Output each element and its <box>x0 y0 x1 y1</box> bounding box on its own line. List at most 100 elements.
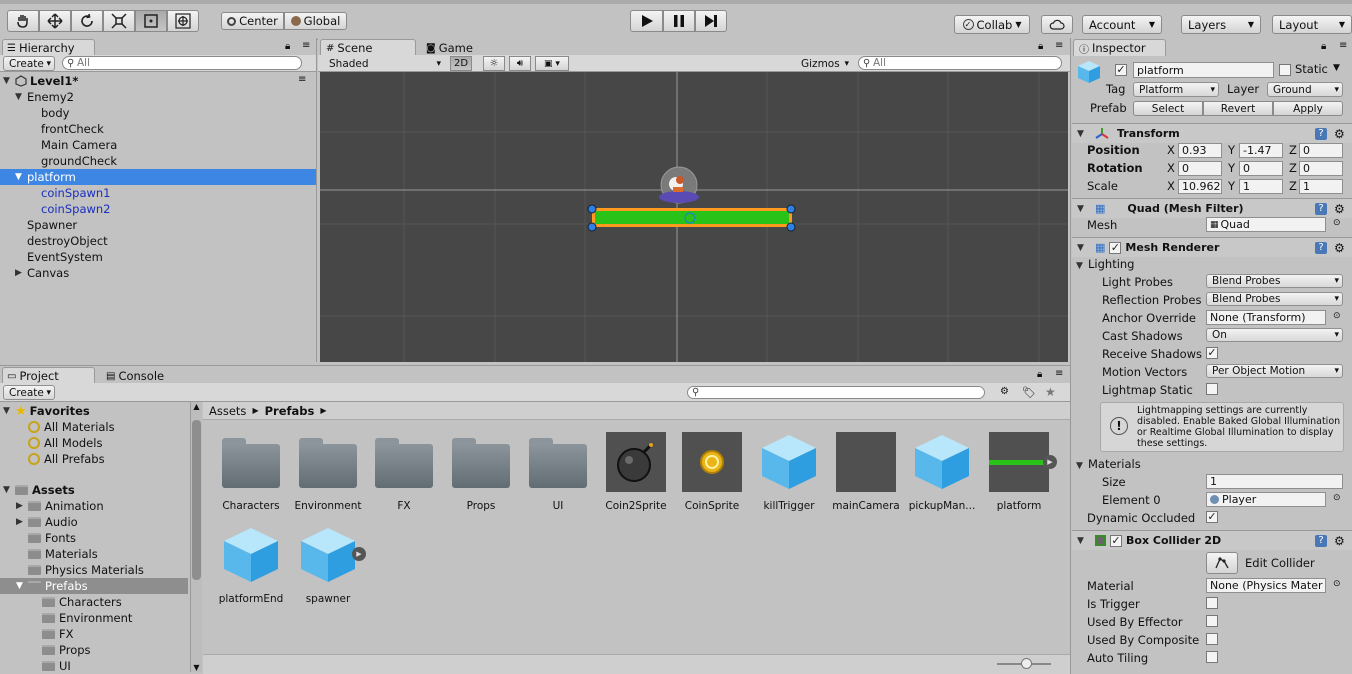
asset-folder[interactable]: Characters <box>215 432 287 512</box>
scale-z-field[interactable]: 1 <box>1299 179 1343 194</box>
project-create-dropdown[interactable]: Create <box>3 385 55 400</box>
asset-sprite[interactable]: Coin2Sprite <box>600 432 672 512</box>
panel-menu-icon[interactable]: ≡ <box>302 40 310 51</box>
mesh-filter-header[interactable]: ▼ ▦ Quad (Mesh Filter) ? ⚙ <box>1072 198 1352 218</box>
edit-collider-button[interactable] <box>1206 552 1238 574</box>
rotation-x-field[interactable]: 0 <box>1178 161 1222 176</box>
static-checkbox[interactable] <box>1279 64 1291 76</box>
account-dropdown[interactable]: Account ▼ <box>1082 15 1162 34</box>
asset-prefab[interactable]: ▶ platform <box>983 432 1057 512</box>
folder-item-selected[interactable]: ▼ Prefabs <box>0 578 188 594</box>
slider-thumb[interactable] <box>1021 658 1032 669</box>
object-picker-icon[interactable]: ⊙ <box>1333 311 1341 321</box>
asset-folder[interactable]: UI <box>522 432 594 512</box>
scale-tool-button[interactable] <box>103 10 135 32</box>
motion-vectors-dropdown[interactable]: Per Object Motion <box>1206 364 1343 378</box>
subfolder-item[interactable]: Props <box>0 642 188 658</box>
panel-menu-icon[interactable]: ≡ <box>1055 40 1063 51</box>
object-picker-icon[interactable]: ⊙ <box>1333 579 1341 589</box>
folder-item[interactable]: ▶ Audio <box>0 514 188 530</box>
active-checkbox[interactable]: ✓ <box>1115 64 1127 76</box>
materials-foldout[interactable]: ▼ Materials <box>1076 457 1141 471</box>
hierarchy-item[interactable]: EventSystem <box>0 249 316 265</box>
layers-dropdown[interactable]: Layers ▼ <box>1181 15 1261 34</box>
gear-icon[interactable]: ⚙ <box>1334 127 1345 141</box>
favorite-item[interactable]: All Prefabs <box>0 451 188 467</box>
lock-icon[interactable]: 🔒︎ <box>1321 41 1326 52</box>
scene-menu-icon[interactable]: ≡ <box>298 74 306 85</box>
object-picker-icon[interactable]: ⊙ <box>1333 493 1341 503</box>
collider-material-field[interactable]: None (Physics Mater <box>1206 578 1326 593</box>
hierarchy-search-input[interactable]: All <box>62 56 302 70</box>
subfolder-item[interactable]: FX <box>0 626 188 642</box>
mesh-renderer-header[interactable]: ▼ ▦ ✓ Mesh Renderer ? ⚙ <box>1072 237 1352 257</box>
hierarchy-item[interactable]: ▼ Enemy2 <box>0 89 316 105</box>
hierarchy-item[interactable]: body <box>0 105 316 121</box>
position-z-field[interactable]: 0 <box>1299 143 1343 158</box>
asset-prefab[interactable]: killTrigger <box>753 432 825 512</box>
lightmap-static-checkbox[interactable] <box>1206 383 1218 395</box>
hierarchy-item[interactable]: Spawner <box>0 217 316 233</box>
hierarchy-item-selected[interactable]: ▼ platform <box>0 169 316 185</box>
asset-folder[interactable]: Environment <box>292 432 364 512</box>
element0-field[interactable]: Player <box>1206 492 1326 507</box>
scroll-thumb[interactable] <box>192 420 201 580</box>
step-button[interactable] <box>695 10 727 32</box>
used-by-effector-checkbox[interactable] <box>1206 615 1218 627</box>
subfolder-item[interactable]: Characters <box>0 594 188 610</box>
effects-toggle-button[interactable]: ▣ ▾ <box>535 56 569 71</box>
mesh-field[interactable]: ▦ Quad <box>1206 217 1326 232</box>
play-button[interactable] <box>630 10 663 32</box>
folder-item[interactable]: Fonts <box>0 530 188 546</box>
filter-label-icon[interactable]: 🏷︎ <box>1022 386 1036 399</box>
hierarchy-item[interactable]: coinSpawn2 <box>0 201 316 217</box>
position-y-field[interactable]: -1.47 <box>1239 143 1283 158</box>
scroll-down-arrow[interactable]: ▼ <box>191 663 202 672</box>
mesh-renderer-enabled-checkbox[interactable]: ✓ <box>1109 241 1122 254</box>
panel-menu-icon[interactable]: ≡ <box>1339 40 1347 51</box>
asset-prefab[interactable]: pickupMan... <box>906 432 978 512</box>
lock-icon[interactable]: 🔒︎ <box>285 41 290 52</box>
favorites-row[interactable]: ▼ ★ Favorites <box>0 403 188 419</box>
prefab-select-button[interactable]: Select <box>1133 101 1203 116</box>
reflection-probes-dropdown[interactable]: Blend Probes <box>1206 292 1343 306</box>
box-collider-enabled-checkbox[interactable]: ✓ <box>1110 534 1122 547</box>
tree-scrollbar[interactable]: ▲ ▼ <box>190 402 202 672</box>
favorite-item[interactable]: All Materials <box>0 419 188 435</box>
cast-shadows-dropdown[interactable]: On <box>1206 328 1343 342</box>
layer-dropdown[interactable]: Ground <box>1267 82 1343 97</box>
hierarchy-item[interactable]: ▶ Canvas <box>0 265 316 281</box>
move-tool-button[interactable] <box>39 10 71 32</box>
rotation-y-field[interactable]: 0 <box>1239 161 1283 176</box>
help-book-icon[interactable]: ? <box>1315 127 1327 140</box>
lighting-foldout[interactable]: ▼ Lighting <box>1076 257 1134 271</box>
pause-button[interactable] <box>663 10 695 32</box>
prefab-apply-button[interactable]: Apply <box>1273 101 1343 116</box>
materials-size-field[interactable]: 1 <box>1206 474 1343 489</box>
pivot-global-button[interactable]: Global <box>284 12 347 30</box>
hierarchy-create-dropdown[interactable]: Create <box>3 56 55 71</box>
subfolder-item[interactable]: Environment <box>0 610 188 626</box>
transform-header[interactable]: ▼ Transform ? ⚙ <box>1072 123 1352 143</box>
tab-hierarchy[interactable]: ☰ Hierarchy <box>2 39 95 56</box>
used-by-composite-checkbox[interactable] <box>1206 633 1218 645</box>
hierarchy-item[interactable]: frontCheck <box>0 121 316 137</box>
asset-folder[interactable]: Props <box>445 432 517 512</box>
hierarchy-item[interactable]: coinSpawn1 <box>0 185 316 201</box>
scene-root-row[interactable]: ▼ Level1* <box>0 73 316 89</box>
scale-x-field[interactable]: 10.962 <box>1178 179 1222 194</box>
scale-y-field[interactable]: 1 <box>1239 179 1283 194</box>
subfolder-item[interactable]: UI <box>0 658 188 674</box>
project-search-input[interactable] <box>687 386 985 399</box>
tag-dropdown[interactable]: Platform <box>1133 82 1219 97</box>
lighting-toggle-button[interactable]: ☼ <box>483 56 505 71</box>
shading-mode-dropdown[interactable]: Shaded <box>324 56 444 71</box>
gear-icon[interactable]: ⚙ <box>1334 534 1345 548</box>
asset-prefab[interactable]: platformEnd <box>215 525 287 605</box>
receive-shadows-checkbox[interactable]: ✓ <box>1206 347 1218 359</box>
position-x-field[interactable]: 0.93 <box>1178 143 1222 158</box>
prefab-revert-button[interactable]: Revert <box>1203 101 1273 116</box>
asset-prefab[interactable]: mainCamera <box>830 432 902 512</box>
hierarchy-item[interactable]: Main Camera <box>0 137 316 153</box>
scroll-up-arrow[interactable]: ▲ <box>191 402 202 411</box>
